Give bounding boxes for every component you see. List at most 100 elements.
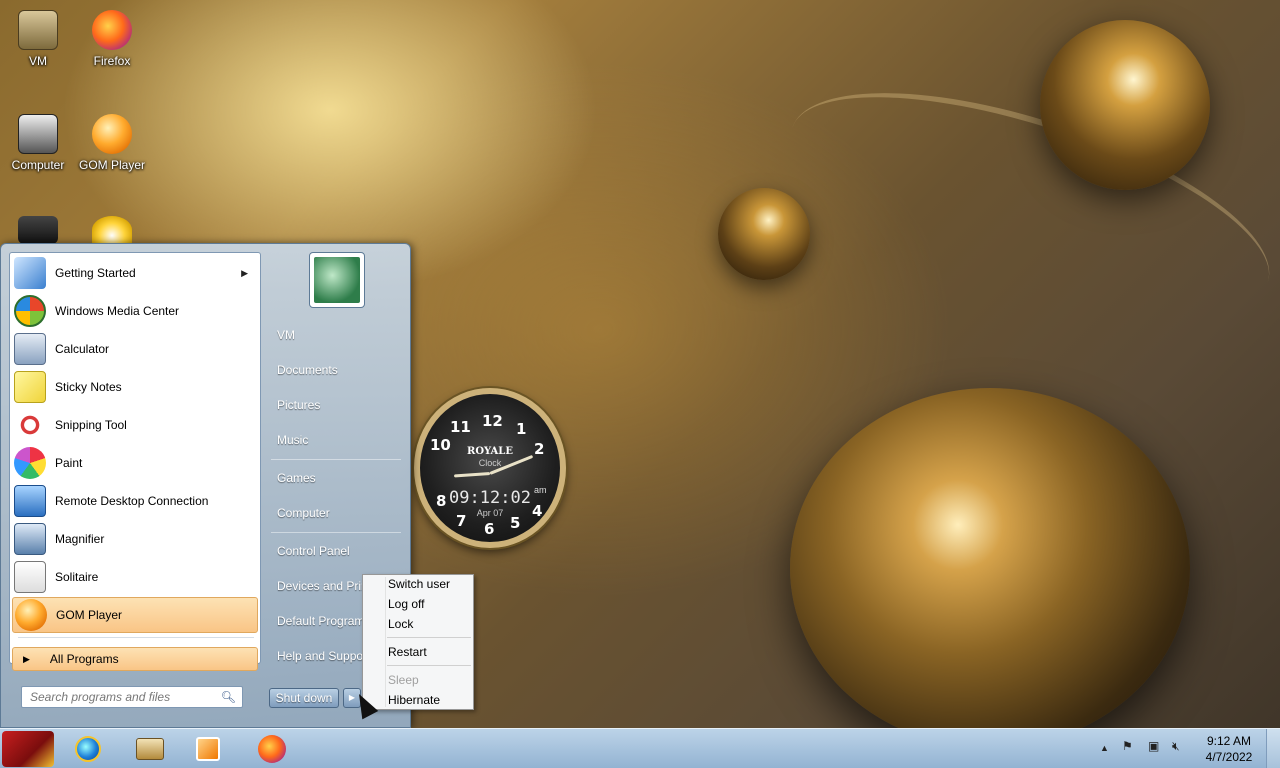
- program-getting-started[interactable]: Getting Started ▶: [12, 255, 258, 291]
- firefox-icon: [92, 10, 132, 50]
- network-icon[interactable]: ▣: [1148, 739, 1159, 753]
- start-menu-programs-pane: Getting Started ▶ Windows Media Center C…: [9, 252, 261, 671]
- taskbar-firefox[interactable]: [250, 732, 294, 766]
- start-button[interactable]: [2, 731, 54, 767]
- clock-ampm: am: [534, 485, 547, 495]
- user-avatar[interactable]: [309, 252, 365, 308]
- menu-item-log-off[interactable]: Log off: [388, 597, 424, 611]
- all-programs-label: All Programs: [49, 652, 119, 666]
- program-label: Getting Started: [55, 266, 136, 280]
- snipping-tool-icon: [14, 409, 46, 441]
- menu-gutter: [385, 577, 386, 707]
- program-label: Sticky Notes: [55, 380, 122, 394]
- menu-item-lock[interactable]: Lock: [388, 617, 413, 631]
- submenu-arrow-icon: ▶: [241, 267, 248, 278]
- menu-item-restart[interactable]: Restart: [388, 645, 427, 659]
- program-paint[interactable]: Paint: [12, 445, 258, 481]
- remote-desktop-icon: [14, 485, 46, 517]
- search-input[interactable]: Search programs and files 🔍︎: [21, 686, 243, 708]
- place-pictures[interactable]: Pictures: [277, 398, 320, 412]
- taskbar: ▲ ⚑ ▣ 🔇︎ 9:12 AM 4/7/2022: [0, 728, 1280, 768]
- desktop-icon-gom-player[interactable]: GOM Player: [74, 114, 150, 172]
- wallpaper-sphere: [718, 188, 810, 280]
- search-icon[interactable]: 🔍︎: [221, 690, 236, 704]
- taskbar-time: 9:12 AM: [1206, 734, 1252, 748]
- taskbar-libraries[interactable]: [128, 732, 172, 766]
- program-snipping-tool[interactable]: Snipping Tool: [12, 407, 258, 443]
- place-default-programs[interactable]: Default Program: [277, 614, 364, 628]
- desktop-icon-computer[interactable]: Computer: [0, 114, 76, 172]
- menu-item-hibernate[interactable]: Hibernate: [388, 693, 440, 707]
- media-player-icon: [196, 737, 220, 761]
- desktop-icon-label: GOM Player: [78, 158, 145, 172]
- program-label: Solitaire: [55, 570, 99, 584]
- desktop-icon-firefox[interactable]: Firefox: [74, 10, 150, 68]
- clock-numeral: 6: [484, 520, 495, 538]
- expand-arrow-icon: ▶: [23, 653, 30, 664]
- avatar-image: [314, 257, 360, 303]
- program-label: Paint: [55, 456, 83, 470]
- program-calculator[interactable]: Calculator: [12, 331, 258, 367]
- place-devices-printers[interactable]: Devices and Prin: [277, 579, 368, 593]
- libraries-icon: [136, 738, 164, 760]
- clock-gadget[interactable]: 12 1 2 4 5 6 7 8 10 11 ROYALE Clock 09:1…: [410, 384, 570, 552]
- program-solitaire[interactable]: Solitaire: [12, 559, 258, 595]
- clock-brand-sub: Clock: [478, 458, 502, 468]
- place-help-support[interactable]: Help and Suppo: [277, 649, 363, 663]
- sticky-notes-icon: [14, 371, 46, 403]
- action-center-flag-icon[interactable]: ⚑: [1122, 739, 1133, 753]
- application-icon: [18, 216, 58, 244]
- program-gom-player[interactable]: GOM Player: [12, 597, 258, 633]
- place-vm[interactable]: VM: [277, 328, 295, 342]
- divider: [18, 637, 254, 638]
- place-games[interactable]: Games: [277, 471, 316, 485]
- getting-started-icon: [14, 257, 46, 289]
- wallpaper-sphere: [790, 388, 1190, 748]
- desktop-icon-label: Computer: [11, 158, 65, 172]
- program-label: Remote Desktop Connection: [55, 494, 209, 508]
- show-desktop-button[interactable]: [1266, 729, 1280, 768]
- program-label: GOM Player: [56, 608, 123, 622]
- menu-item-switch-user[interactable]: Switch user: [388, 577, 450, 591]
- place-music[interactable]: Music: [277, 433, 308, 447]
- wallpaper-sphere: [1040, 20, 1210, 190]
- calculator-icon: [14, 333, 46, 365]
- computer-icon: [18, 114, 58, 154]
- solitaire-icon: [14, 561, 46, 593]
- shutdown-options-menu: Switch user Log off Lock Restart Sleep H…: [362, 574, 474, 710]
- place-control-panel[interactable]: Control Panel: [277, 544, 350, 558]
- program-label: Calculator: [55, 342, 110, 356]
- shutdown-button[interactable]: Shut down: [269, 688, 339, 708]
- program-magnifier[interactable]: Magnifier: [12, 521, 258, 557]
- volume-muted-icon[interactable]: 🔇︎: [1172, 739, 1180, 754]
- menu-separator: [387, 637, 471, 638]
- menu-item-sleep: Sleep: [388, 673, 419, 687]
- vm-folder-icon: [18, 10, 58, 50]
- taskbar-media-player[interactable]: [186, 732, 230, 766]
- magnifier-icon: [14, 523, 46, 555]
- taskbar-internet-explorer[interactable]: [66, 732, 110, 766]
- desktop-icon-label: VM: [29, 54, 47, 68]
- paint-icon: [14, 447, 46, 479]
- gom-player-icon: [92, 114, 132, 154]
- windows-media-center-icon: [14, 295, 46, 327]
- divider: [271, 532, 401, 533]
- clock-numeral: 11: [450, 418, 471, 436]
- program-windows-media-center[interactable]: Windows Media Center: [12, 293, 258, 329]
- place-documents[interactable]: Documents: [277, 363, 338, 377]
- place-computer[interactable]: Computer: [277, 506, 330, 520]
- program-remote-desktop[interactable]: Remote Desktop Connection: [12, 483, 258, 519]
- divider: [271, 459, 401, 460]
- disc-icon: [92, 216, 132, 244]
- desktop-icon-label: Firefox: [93, 54, 131, 68]
- firefox-icon: [258, 735, 286, 763]
- menu-separator: [387, 665, 471, 666]
- show-hidden-icons-chevron-icon[interactable]: ▲: [1100, 743, 1109, 753]
- desktop-icon-vm[interactable]: VM: [0, 10, 76, 68]
- clock-numeral: 1: [516, 420, 527, 438]
- search-placeholder: Search programs and files: [30, 690, 171, 704]
- taskbar-clock[interactable]: 9:12 AM 4/7/2022: [1198, 733, 1260, 765]
- clock-date: Apr 07: [476, 508, 504, 518]
- program-sticky-notes[interactable]: Sticky Notes: [12, 369, 258, 405]
- all-programs-button[interactable]: ▶ All Programs: [12, 647, 258, 671]
